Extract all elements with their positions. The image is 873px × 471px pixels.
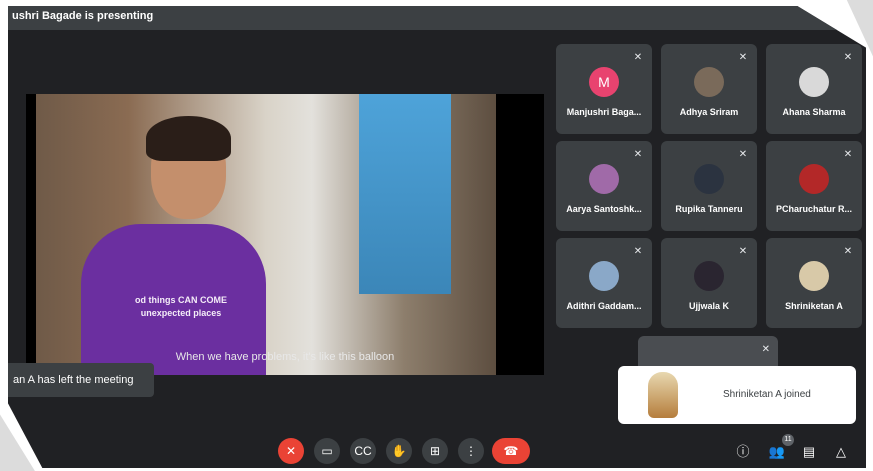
participant-name: Ahana Sharma (782, 107, 846, 117)
participant-name: Shriniketan A (785, 301, 843, 311)
info-icon[interactable]: ⓘ (733, 442, 753, 462)
avatar (799, 164, 829, 194)
participant-name: Ujjwala K (688, 301, 729, 311)
mic-off-icon: ✕ (843, 52, 853, 63)
raise-hand-icon[interactable]: ✋ (386, 438, 412, 464)
left-meeting-notice: an A has left the meeting (8, 363, 154, 397)
participant-tile[interactable]: ✕ Shriniketan A (766, 238, 862, 328)
participant-tile[interactable]: ✕ PCharuchatur R... (766, 141, 862, 231)
participant-tile[interactable]: ✕ Adithri Gaddam... (556, 238, 652, 328)
avatar (589, 261, 619, 291)
presentation-video[interactable]: od things CAN COME unexpected places Whe… (26, 94, 544, 375)
joined-message: Shriniketan A joined (723, 389, 811, 400)
mic-off-icon: ✕ (843, 246, 853, 257)
speaker-hair (146, 116, 231, 161)
end-call-icon[interactable]: ☎ (492, 438, 530, 464)
participant-name: Adhya Sriram (679, 107, 739, 117)
avatar: M (589, 67, 619, 97)
joined-avatar (648, 372, 678, 418)
participant-name: Adithri Gaddam... (566, 301, 642, 311)
mic-off-icon: ✕ (633, 246, 643, 257)
mic-off-icon[interactable]: ✕ (278, 438, 304, 464)
mic-off-icon: ✕ (633, 149, 643, 160)
avatar (799, 67, 829, 97)
present-icon[interactable]: ⊞ (422, 438, 448, 464)
participant-tile[interactable]: ✕ Ahana Sharma (766, 44, 862, 134)
people-icon[interactable]: 👥 (767, 442, 787, 462)
screen-frame: ushri Bagade is presenting od things CAN… (0, 0, 873, 471)
video-caption: When we have problems, it's like this ba… (175, 351, 395, 363)
avatar (694, 164, 724, 194)
meeting-window: ushri Bagade is presenting od things CAN… (8, 6, 866, 468)
participant-tile[interactable]: ✕ Ujjwala K (661, 238, 757, 328)
avatar (589, 164, 619, 194)
avatar (694, 67, 724, 97)
activities-icon[interactable]: △ (831, 442, 851, 462)
participant-name: Rupika Tanneru (675, 204, 743, 214)
avatar (694, 261, 724, 291)
mic-off-icon: ✕ (633, 52, 643, 63)
shirt-text-line1: od things CAN COME (135, 295, 227, 305)
avatar (799, 261, 829, 291)
participant-tile[interactable]: ✕ Aarya Santoshk... (556, 141, 652, 231)
camera-icon[interactable]: ▭ (314, 438, 340, 464)
participant-tile[interactable]: ✕ M Manjushri Baga... (556, 44, 652, 134)
mic-off-icon: ✕ (738, 52, 748, 63)
captions-icon[interactable]: CC (350, 438, 376, 464)
shirt-text-line2: unexpected places (140, 308, 222, 318)
mic-off-icon: ✕ (738, 246, 748, 257)
mic-off-icon: ✕ (761, 344, 770, 355)
participant-name: PCharuchatur R... (775, 204, 852, 214)
joined-toast: Shriniketan A joined (618, 366, 856, 424)
video-scene: od things CAN COME unexpected places (36, 94, 496, 375)
participant-name: Aarya Santoshk... (566, 204, 642, 214)
participant-tile[interactable]: ✕ Rupika Tanneru (661, 141, 757, 231)
participant-tile[interactable]: ✕ Adhya Sriram (661, 44, 757, 134)
mic-off-icon: ✕ (738, 149, 748, 160)
shirt-text: od things CAN COME unexpected places (121, 294, 241, 320)
presenter-banner: ushri Bagade is presenting (8, 6, 866, 30)
more-vert-icon[interactable]: ⋮ (458, 438, 484, 464)
participant-name: Manjushri Baga... (566, 107, 642, 117)
mic-off-icon: ✕ (843, 149, 853, 160)
blue-door (359, 94, 451, 294)
chat-icon[interactable]: ▤ (799, 442, 819, 462)
